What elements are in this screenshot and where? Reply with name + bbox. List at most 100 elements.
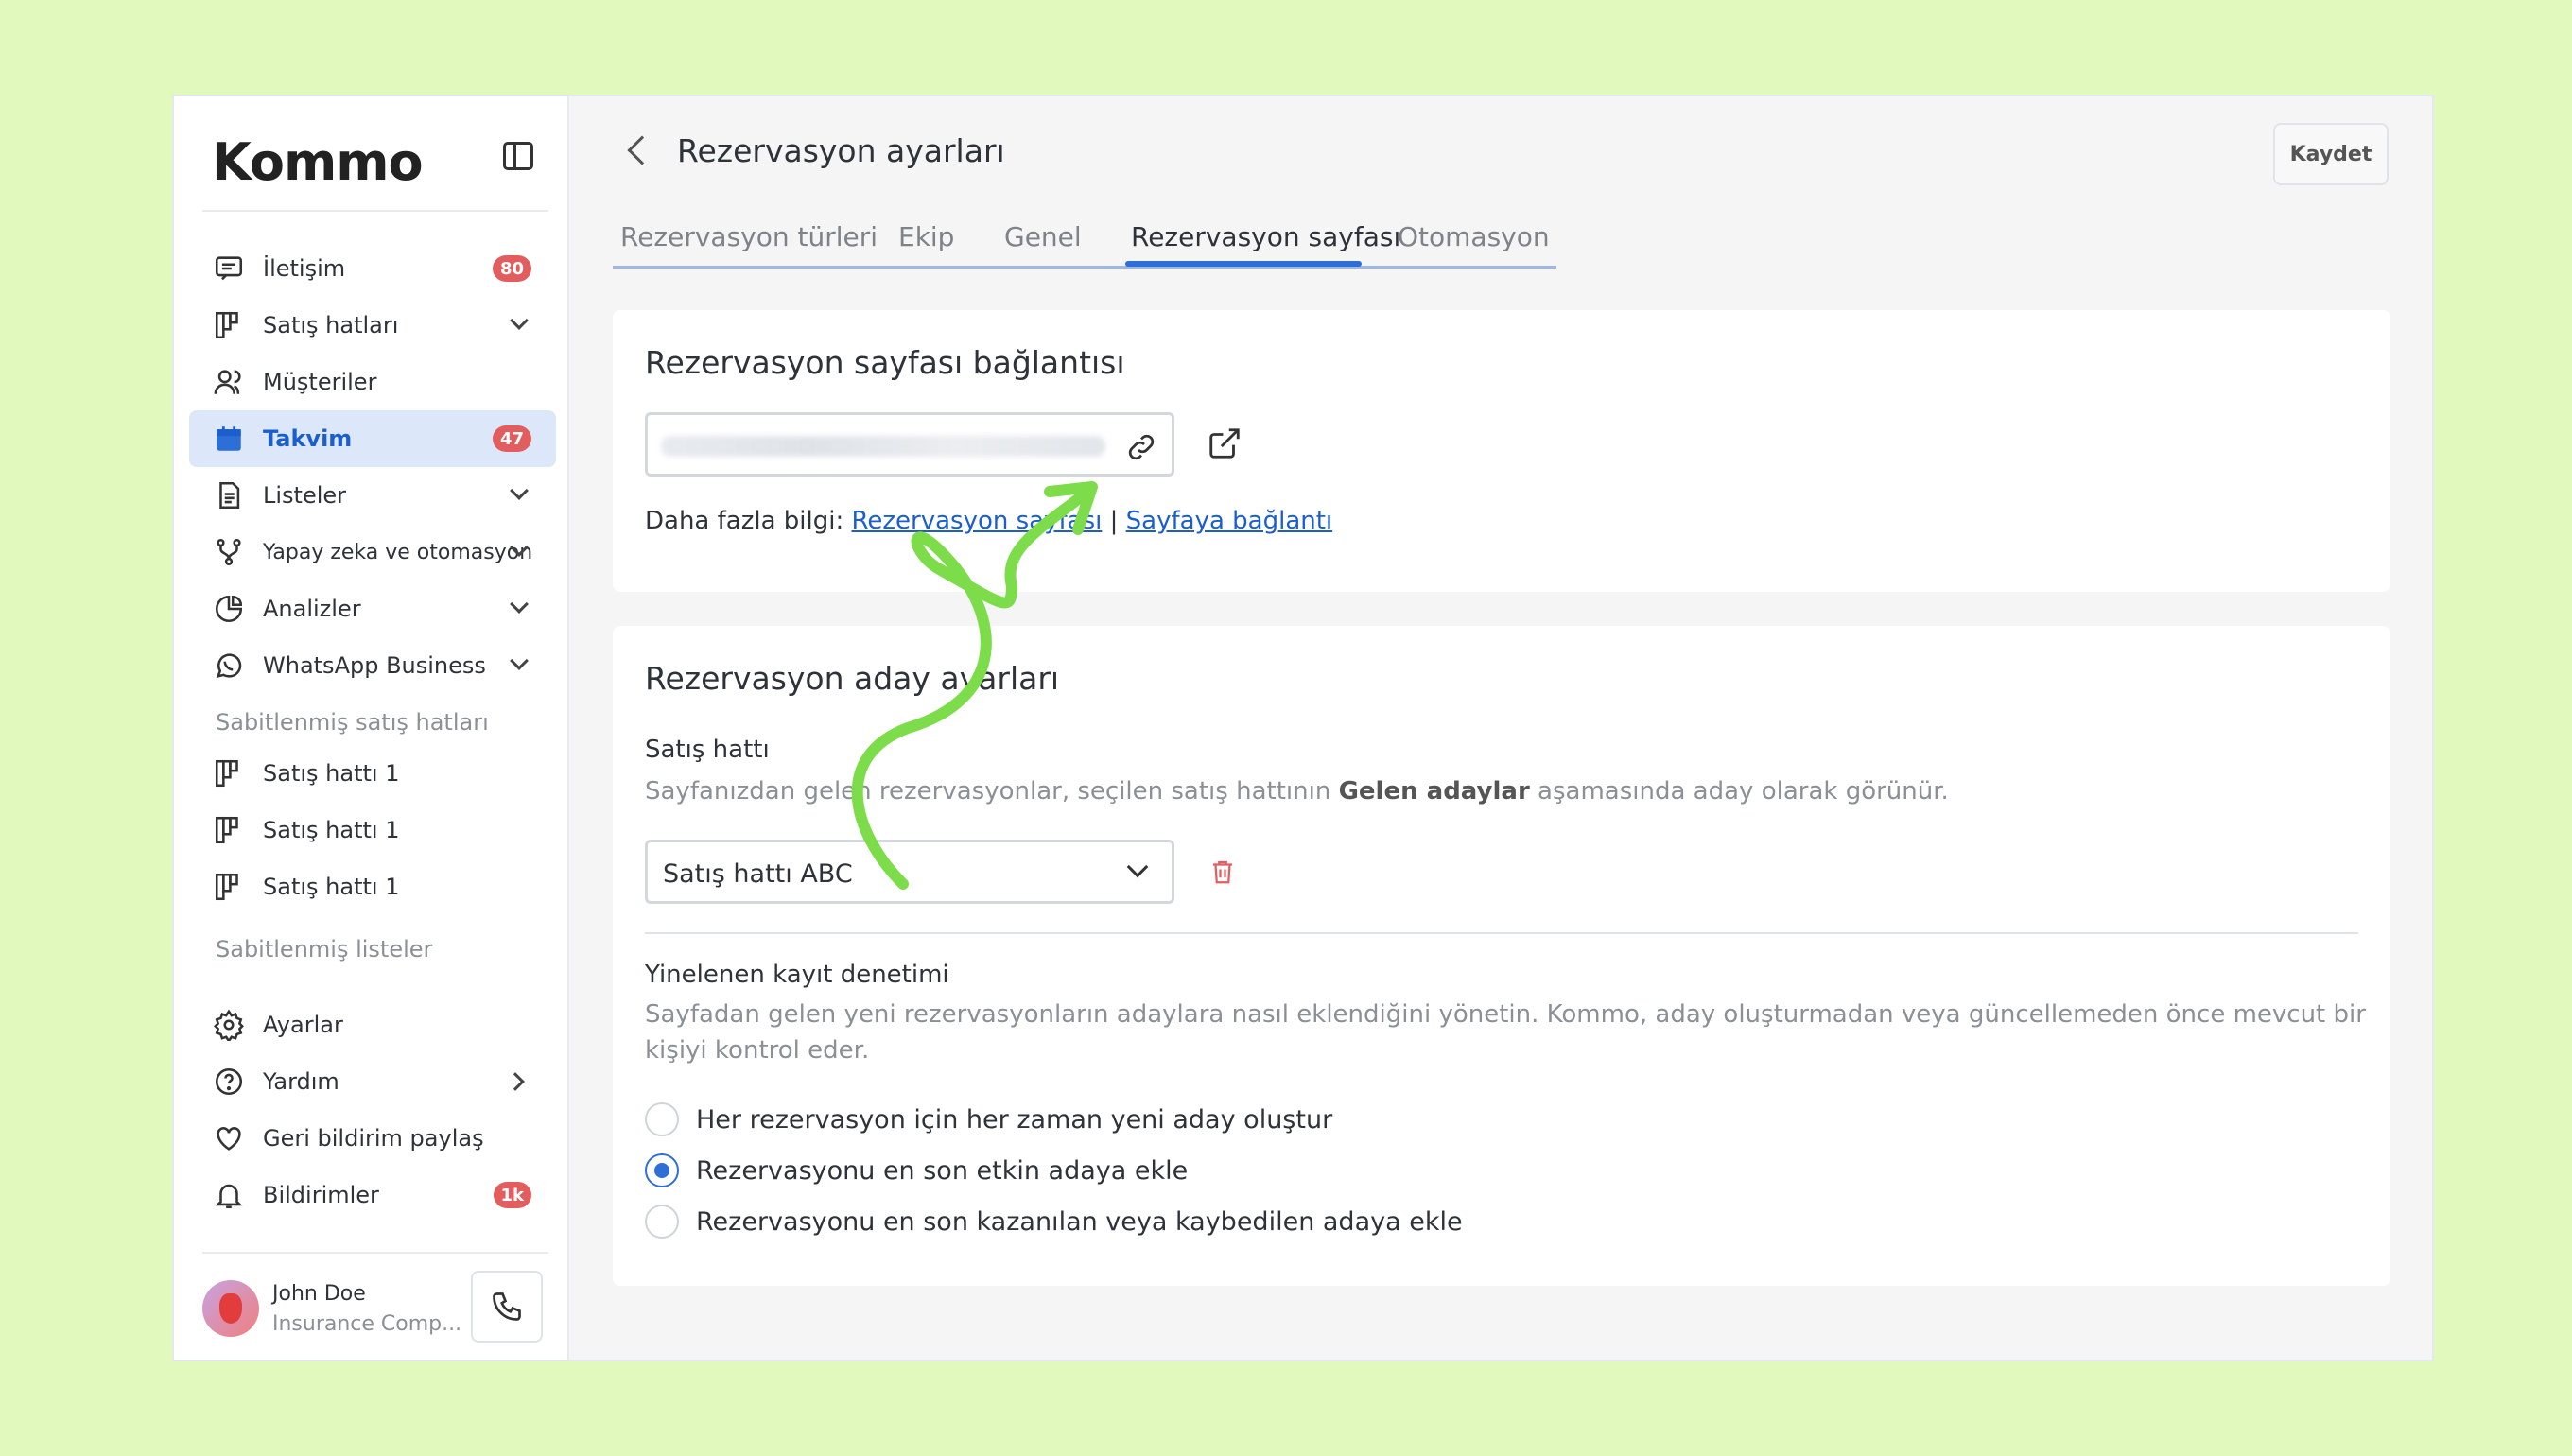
sidebar-item-label: İletişim — [263, 255, 346, 282]
notification-badge: 1k — [493, 1182, 531, 1208]
user-company: Insurance Comp... — [272, 1312, 462, 1336]
chevron-down-icon[interactable] — [510, 481, 529, 500]
sidebar-item-label: Yapay zeka ve otomasyon — [263, 540, 533, 564]
phone-button[interactable] — [471, 1271, 543, 1343]
pinned-pipelines-title: Sabitlenmiş satış hatları — [216, 709, 489, 736]
users-icon — [212, 365, 246, 399]
tab-rezervasyon-sayfasi[interactable]: Rezervasyon sayfası — [1131, 221, 1400, 252]
sidebar-item-musteriler[interactable]: Müşteriler — [189, 354, 556, 410]
chat-icon — [212, 251, 246, 286]
chevron-down-icon[interactable] — [510, 595, 529, 614]
sidebar-item-satis-hatlari[interactable]: Satış hatları — [189, 297, 556, 354]
pipeline-icon — [212, 756, 246, 790]
tab-genel[interactable]: Genel — [1004, 221, 1082, 252]
gear-icon — [212, 1008, 246, 1042]
pinned-pipeline-label: Satış hattı 1 — [263, 760, 400, 787]
pinned-pipeline-label: Satış hattı 1 — [263, 874, 400, 900]
more-info-prefix: Daha fazla bilgi: — [645, 507, 844, 535]
pipeline-label: Satış hattı — [645, 736, 770, 764]
pipeline-select-value: Satış hattı ABC — [663, 859, 853, 889]
main-content: Rezervasyon ayarları Kaydet Rezervasyon … — [569, 96, 2432, 1360]
sidebar-item-label: Satış hatları — [263, 312, 399, 338]
heart-icon — [212, 1121, 246, 1155]
booking-link-title: Rezervasyon sayfası bağlantısı — [645, 344, 1125, 381]
pipeline-help-bold: Gelen adaylar — [1338, 777, 1530, 806]
active-tab-indicator — [1125, 261, 1362, 267]
pinned-pipeline-item[interactable]: Satış hattı 1 — [189, 745, 556, 802]
radio-label: Her rezervasyon için her zaman yeni aday… — [696, 1104, 1333, 1135]
tab-bar: Rezervasyon türleri Ekip Genel Rezervasy… — [613, 214, 1556, 269]
tab-rezervasyon-turleri[interactable]: Rezervasyon türleri — [620, 221, 878, 252]
radio-label: Rezervasyonu en son kazanılan veya kaybe… — [696, 1206, 1463, 1237]
count-badge: 47 — [492, 425, 531, 452]
sidebar-item-takvim[interactable]: Takvim 47 — [189, 410, 556, 467]
tab-ekip[interactable]: Ekip — [898, 221, 954, 252]
phone-icon — [493, 1292, 521, 1321]
external-link-icon[interactable] — [1207, 425, 1243, 461]
sidebar: Kommo İletişim 80 Satış hatları Müşteril… — [174, 96, 569, 1360]
app-window: Kommo İletişim 80 Satış hatları Müşteril… — [172, 95, 2434, 1361]
sidebar-item-analizler[interactable]: Analizler — [189, 581, 556, 637]
duplicate-option-selected[interactable]: Rezervasyonu en son etkin adaya ekle — [645, 1152, 1188, 1189]
sidebar-item-geri-bildirim[interactable]: Geri bildirim paylaş — [189, 1110, 556, 1167]
chevron-down-icon[interactable] — [510, 651, 529, 670]
sidebar-item-label: Yardım — [263, 1068, 339, 1095]
radio-button-selected[interactable] — [645, 1153, 679, 1187]
sidebar-item-label: Geri bildirim paylaş — [263, 1125, 484, 1152]
pinned-pipeline-item[interactable]: Satış hattı 1 — [189, 802, 556, 858]
lead-settings-card: Rezervasyon aday ayarları Satış hattı Sa… — [613, 626, 2390, 1286]
sidebar-item-label: Müşteriler — [263, 369, 377, 395]
sidebar-item-label: Listeler — [263, 482, 347, 509]
chevron-down-icon — [1126, 856, 1149, 878]
pinned-lists-title: Sabitlenmiş listeler — [216, 936, 433, 962]
list-icon — [212, 478, 246, 512]
calendar-icon — [212, 422, 246, 456]
page-link-help-link[interactable]: Sayfaya bağlantı — [1126, 507, 1333, 535]
sidebar-item-whatsapp[interactable]: WhatsApp Business — [189, 637, 556, 694]
divider — [645, 932, 2358, 934]
pipeline-select[interactable]: Satış hattı ABC — [645, 840, 1174, 904]
avatar[interactable] — [202, 1280, 259, 1337]
blurred-url — [661, 436, 1105, 457]
sidebar-collapse-icon[interactable] — [503, 142, 533, 170]
save-button[interactable]: Kaydet — [2273, 123, 2389, 185]
sidebar-item-label: Takvim — [263, 425, 353, 452]
sidebar-item-listeler[interactable]: Listeler — [189, 467, 556, 524]
duplicate-option[interactable]: Rezervasyonu en son kazanılan veya kaybe… — [645, 1203, 1463, 1240]
pinned-pipeline-label: Satış hattı 1 — [263, 817, 400, 843]
booking-link-card: Rezervasyon sayfası bağlantısı Daha fazl… — [613, 310, 2390, 592]
booking-link-field[interactable] — [645, 412, 1174, 477]
pipeline-icon — [212, 813, 246, 847]
sidebar-item-label: Bildirimler — [263, 1182, 379, 1208]
back-arrow-icon[interactable] — [627, 135, 657, 165]
pipeline-help-text: aşamasında aday olarak görünür. — [1538, 777, 1949, 806]
chevron-down-icon[interactable] — [510, 311, 529, 330]
kommo-logo[interactable]: Kommo — [212, 132, 424, 192]
more-info-line: Daha fazla bilgi: Rezervasyon sayfası | … — [645, 507, 1332, 535]
automation-icon — [212, 535, 246, 569]
radio-button[interactable] — [645, 1102, 679, 1136]
chevron-right-icon[interactable] — [506, 1072, 525, 1091]
page-title: Rezervasyon ayarları — [677, 132, 1005, 169]
tab-otomasyon[interactable]: Otomasyon — [1398, 221, 1550, 252]
sidebar-item-ayarlar[interactable]: Ayarlar — [189, 997, 556, 1053]
user-profile[interactable]: John Doe Insurance Comp... — [202, 1271, 467, 1341]
radio-button[interactable] — [645, 1205, 679, 1239]
radio-label: Rezervasyonu en son etkin adaya ekle — [696, 1155, 1189, 1186]
lead-settings-title: Rezervasyon aday ayarları — [645, 660, 1060, 697]
divider — [202, 210, 548, 212]
sidebar-item-label: Analizler — [263, 596, 361, 622]
sidebar-item-bildirimler[interactable]: Bildirimler 1k — [189, 1167, 556, 1223]
duplicate-option[interactable]: Her rezervasyon için her zaman yeni aday… — [645, 1101, 1332, 1138]
sidebar-item-yapay-zeka[interactable]: Yapay zeka ve otomasyon — [189, 524, 556, 581]
trash-icon[interactable] — [1208, 857, 1237, 887]
whatsapp-icon — [212, 649, 246, 683]
link-separator: | — [1109, 507, 1119, 535]
pinned-pipeline-item[interactable]: Satış hattı 1 — [189, 858, 556, 915]
sidebar-item-yardim[interactable]: Yardım — [189, 1053, 556, 1110]
link-icon[interactable] — [1124, 430, 1158, 464]
pipeline-icon — [212, 308, 246, 342]
sidebar-item-iletisim[interactable]: İletişim 80 — [189, 240, 556, 297]
booking-page-help-link[interactable]: Rezervasyon sayfası — [852, 507, 1103, 535]
user-name: John Doe — [272, 1282, 366, 1306]
